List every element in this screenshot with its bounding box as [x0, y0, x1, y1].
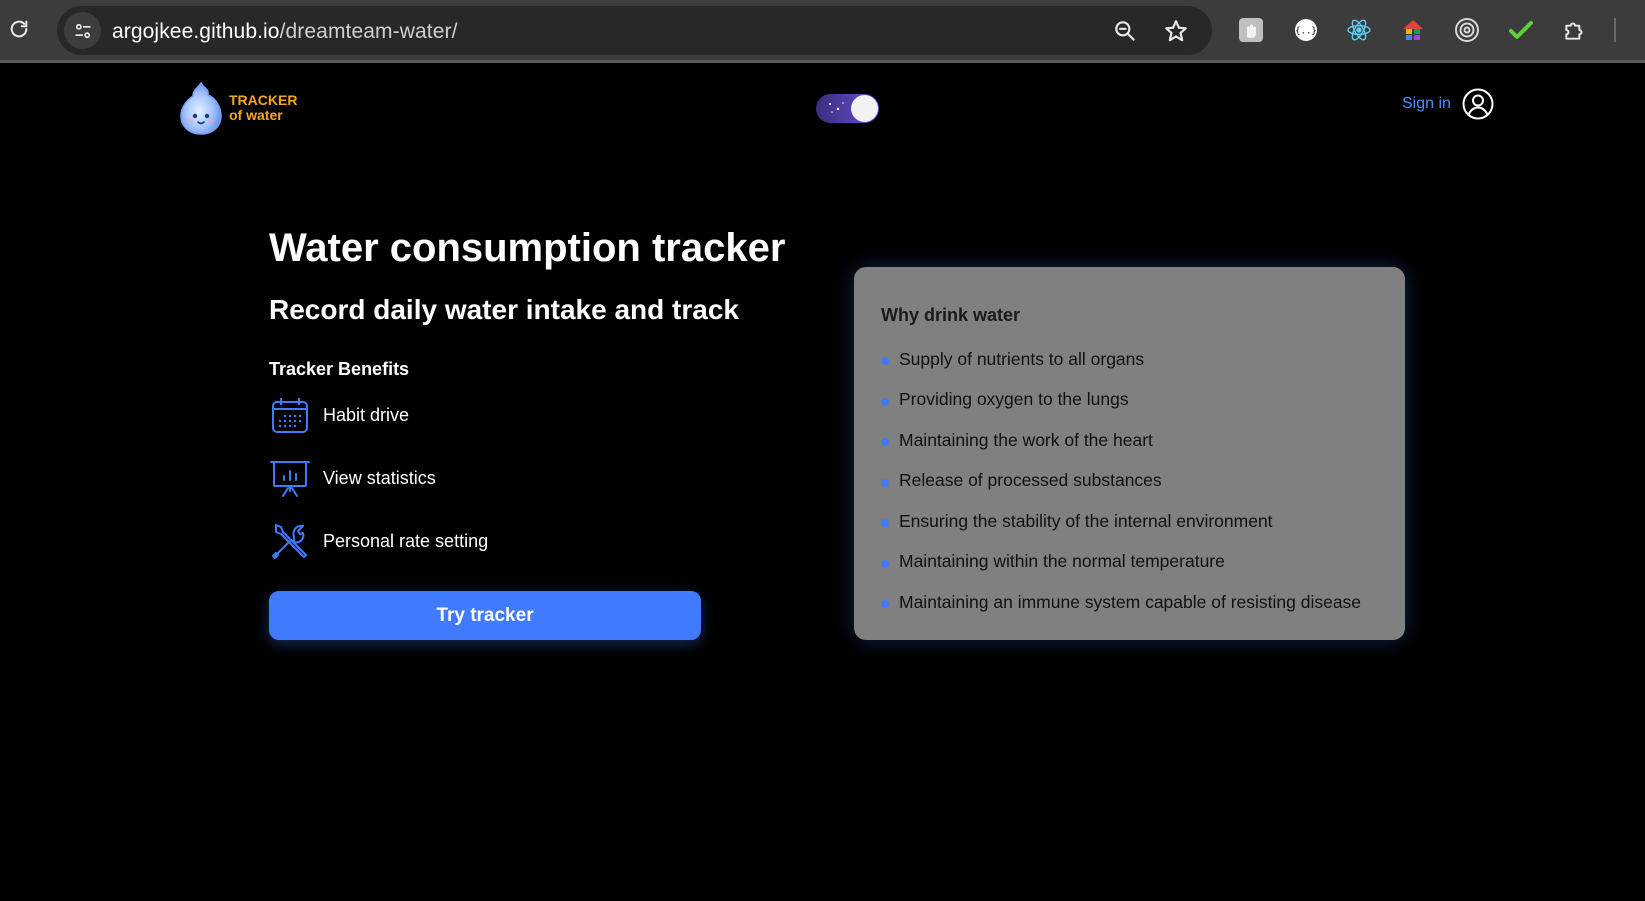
- list-item-text: Ensuring the stability of the internal e…: [899, 510, 1273, 531]
- list-item: Supply of nutrients to all organs: [881, 339, 1361, 380]
- bullet-dot-icon: [881, 478, 889, 487]
- json-extension-icon[interactable]: {..}: [1292, 16, 1320, 44]
- logo[interactable]: TRACKER of water: [175, 80, 297, 136]
- presentation-chart-icon: [269, 457, 311, 499]
- benefit-personal-rate: Personal rate setting: [269, 520, 488, 562]
- target-extension-icon[interactable]: [1453, 16, 1481, 44]
- theme-toggle[interactable]: [816, 94, 879, 123]
- puzzle-extensions-icon[interactable]: [1561, 16, 1589, 44]
- logo-line-1: TRACKER: [229, 92, 298, 108]
- benefit-habit-drive: Habit drive: [269, 394, 409, 436]
- house-extension-icon[interactable]: [1399, 16, 1427, 44]
- why-drink-water-card: Why drink water Supply of nutrients to a…: [854, 267, 1405, 640]
- calendar-icon: [269, 394, 311, 436]
- list-item-text: Release of processed substances: [899, 470, 1162, 491]
- bullet-dot-icon: [881, 357, 889, 366]
- sign-in-button[interactable]: Sign in: [1402, 88, 1494, 120]
- bullet-dot-icon: [881, 397, 889, 406]
- list-item: Maintaining within the normal temperatur…: [881, 542, 1361, 583]
- url-path: /dreamteam-water/: [279, 20, 458, 43]
- benefits-title: Tracker Benefits: [269, 359, 410, 379]
- benefit-label: View statistics: [323, 467, 436, 488]
- url-text[interactable]: argojkee.github.io/dreamteam-water/: [112, 20, 458, 44]
- benefit-view-statistics: View statistics: [269, 457, 436, 499]
- logo-line-2: of water: [229, 107, 283, 123]
- site-info-icon[interactable]: [64, 12, 101, 49]
- list-item: Providing oxygen to the lungs: [881, 380, 1361, 421]
- reload-icon[interactable]: [6, 16, 32, 42]
- list-item-text: Supply of nutrients to all organs: [899, 348, 1145, 369]
- hand-extension-icon[interactable]: [1237, 16, 1265, 44]
- logo-text: TRACKER of water: [229, 93, 297, 123]
- try-tracker-button[interactable]: Try tracker: [269, 591, 701, 640]
- check-extension-icon[interactable]: [1507, 16, 1535, 44]
- list-item: Maintaining an immune system capable of …: [881, 582, 1361, 623]
- bullet-dot-icon: [881, 519, 889, 528]
- list-item-text: Maintaining the work of the heart: [899, 429, 1153, 450]
- svg-text:{..}: {..}: [1295, 27, 1317, 37]
- list-item: Ensuring the stability of the internal e…: [881, 501, 1361, 542]
- address-bar[interactable]: argojkee.github.io/dreamteam-water/: [57, 6, 1212, 55]
- list-item: Release of processed substances: [881, 461, 1361, 502]
- bullet-dot-icon: [881, 438, 889, 447]
- sign-in-label: Sign in: [1402, 95, 1451, 112]
- list-item-text: Providing oxygen to the lungs: [899, 389, 1129, 410]
- url-host: argojkee.github.io: [112, 20, 280, 43]
- stars-icon: [829, 102, 844, 113]
- bullet-dot-icon: [881, 600, 889, 609]
- why-title: Why drink water: [881, 305, 1021, 325]
- user-avatar-icon: [1462, 88, 1494, 120]
- why-list: Supply of nutrients to all organs Provid…: [881, 339, 1361, 623]
- page-subtitle: Record daily water intake and track: [269, 294, 739, 325]
- list-item: Maintaining the work of the heart: [881, 420, 1361, 461]
- benefit-label: Habit drive: [323, 404, 410, 425]
- list-item-text: Maintaining within the normal temperatur…: [899, 551, 1225, 572]
- browser-toolbar: argojkee.github.io/dreamteam-water/ {..}: [0, 0, 1645, 63]
- bookmark-star-icon[interactable]: [1163, 18, 1189, 44]
- tools-icon: [269, 520, 311, 562]
- bullet-dot-icon: [881, 559, 889, 568]
- zoom-icon[interactable]: [1112, 18, 1138, 44]
- moon-icon: [851, 95, 878, 122]
- toolbar-divider: [1614, 18, 1616, 42]
- list-item-text: Maintaining an immune system capable of …: [899, 591, 1362, 612]
- water-drop-mascot-icon: [180, 81, 222, 135]
- site-header: TRACKER of water Sign in: [0, 66, 1645, 156]
- benefit-label: Personal rate setting: [323, 530, 489, 551]
- react-devtools-icon[interactable]: [1345, 16, 1373, 44]
- page-title: Water consumption tracker: [269, 226, 786, 270]
